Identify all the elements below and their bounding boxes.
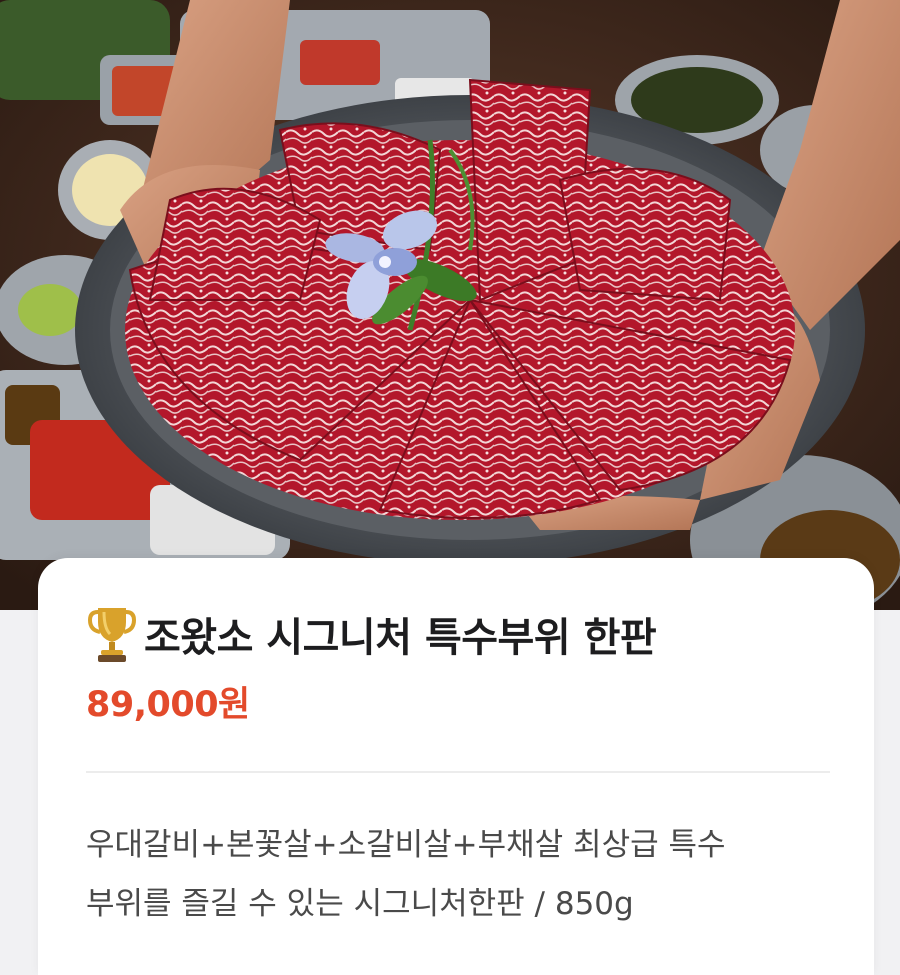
product-card[interactable]: 조왔소 시그니처 특수부위 한판 89,000원 우대갈비+본꽃살+소갈비살+부… [38,558,874,975]
product-description: 우대갈비+본꽃살+소갈비살+부채살 최상급 특수 부위를 즐길 수 있는 시그니… [86,816,846,934]
description-line-1: 우대갈비+본꽃살+소갈비살+부채살 최상급 특수 [86,827,726,863]
product-price: 89,000원 [86,685,250,725]
divider [86,771,830,773]
product-photo [0,0,900,610]
trophy-icon [88,608,136,662]
product-title: 조왔소 시그니처 특수부위 한판 [144,615,657,661]
title-row: 조왔소 시그니처 특수부위 한판 [88,604,657,664]
description-line-2: 부위를 즐길 수 있는 시그니처한판 / 850g [86,886,634,922]
